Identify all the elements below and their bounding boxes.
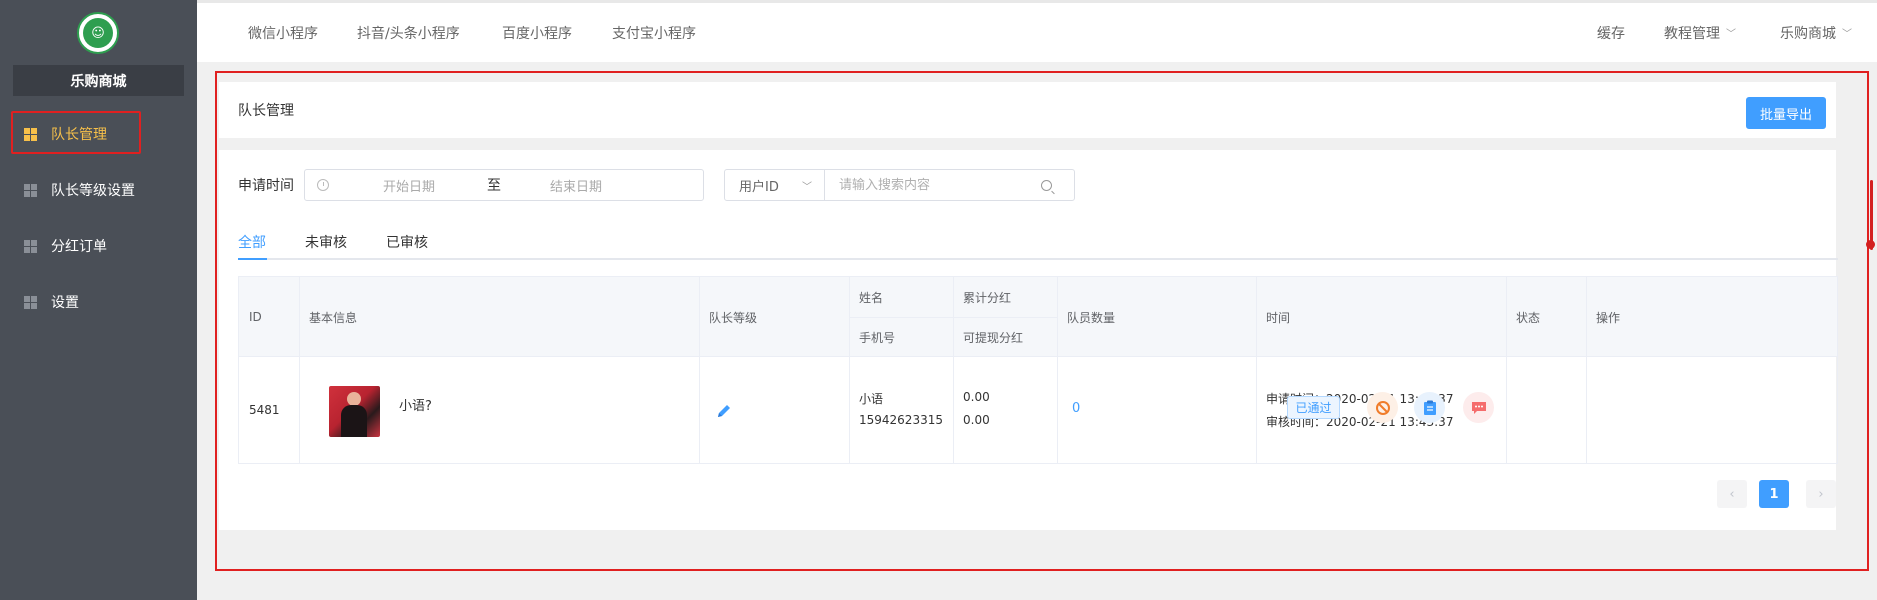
pagination-next-button[interactable]: › bbox=[1806, 480, 1836, 508]
search-field-select[interactable]: 用户ID ﹀ bbox=[725, 170, 825, 200]
search-group: 用户ID ﹀ bbox=[724, 169, 1075, 201]
header-phone: 手机号 bbox=[859, 330, 896, 345]
member-count-link[interactable]: 0 bbox=[1072, 401, 1080, 416]
grid-icon bbox=[24, 127, 37, 141]
sidebar-item-bonus-orders[interactable]: 分红订单 bbox=[0, 223, 197, 269]
message-button[interactable] bbox=[1463, 392, 1494, 423]
column-divider bbox=[699, 277, 700, 463]
grid-icon bbox=[24, 239, 37, 253]
tab-unreviewed[interactable]: 未审核 bbox=[305, 224, 347, 260]
sidebar-item-label: 设置 bbox=[51, 295, 79, 311]
cell-total-bonus: 0.00 bbox=[963, 390, 990, 404]
sidebar-item-captain-management[interactable]: 队长管理 bbox=[0, 111, 197, 157]
clock-icon bbox=[317, 179, 329, 191]
header-id: ID bbox=[249, 310, 262, 324]
column-divider bbox=[953, 277, 954, 463]
search-input[interactable] bbox=[825, 170, 1041, 200]
captain-table: ID 基本信息 队长等级 姓名 手机号 累计分红 可提现分红 队员数量 时间 状… bbox=[238, 276, 1838, 464]
tab-reviewed[interactable]: 已审核 bbox=[386, 224, 428, 260]
chevron-down-icon: ﹀ bbox=[802, 181, 812, 193]
end-date-input[interactable]: 结束日期 bbox=[550, 176, 602, 195]
search-field-value: 用户ID bbox=[739, 179, 779, 195]
pagination-prev-button[interactable]: ‹ bbox=[1717, 480, 1747, 508]
scrollbar-thumb[interactable] bbox=[1866, 240, 1875, 249]
sidebar-item-settings[interactable]: 设置 bbox=[0, 279, 197, 325]
logo-emblem: ☺ bbox=[83, 18, 113, 48]
cache-link[interactable]: 缓存 bbox=[1597, 3, 1625, 62]
sidebar-item-label: 队长管理 bbox=[51, 127, 107, 143]
disable-button[interactable] bbox=[1367, 392, 1398, 423]
header-name: 姓名 bbox=[859, 290, 884, 305]
cell-nickname: 小语? bbox=[399, 399, 432, 414]
page-title: 队长管理 bbox=[238, 103, 294, 119]
chevron-down-icon: ﹀ bbox=[1842, 29, 1852, 40]
column-divider bbox=[299, 277, 300, 463]
tab-douyin-miniprogram[interactable]: 抖音/头条小程序 bbox=[357, 3, 460, 62]
shop-name: 乐购商城 bbox=[13, 65, 184, 96]
header-member-count: 队员数量 bbox=[1067, 310, 1116, 325]
shop-menu[interactable]: 乐购商城 ﹀ bbox=[1780, 3, 1852, 62]
cell-withdrawable-bonus: 0.00 bbox=[963, 413, 990, 427]
sidebar-item-captain-level-settings[interactable]: 队长等级设置 bbox=[0, 167, 197, 213]
start-date-input[interactable]: 开始日期 bbox=[383, 176, 435, 195]
header-basic-info: 基本信息 bbox=[309, 310, 358, 325]
apply-time-label: 申请时间 bbox=[238, 178, 294, 194]
column-divider bbox=[1256, 277, 1257, 463]
column-divider bbox=[1586, 277, 1587, 463]
header-captain-level: 队长等级 bbox=[709, 310, 758, 325]
ban-icon bbox=[1375, 400, 1390, 415]
top-nav-bar: 微信小程序 抖音/头条小程序 百度小程序 支付宝小程序 缓存 教程管理 ﹀ 乐购… bbox=[197, 3, 1877, 62]
grid-icon bbox=[24, 183, 37, 197]
status-tabs: 全部 未审核 已审核 bbox=[238, 224, 1838, 260]
detail-button[interactable] bbox=[1414, 392, 1445, 423]
header-total-bonus: 累计分红 bbox=[963, 290, 1012, 305]
shop-logo: ☺ bbox=[77, 12, 119, 54]
cell-id: 5481 bbox=[249, 403, 280, 417]
avatar bbox=[329, 386, 380, 437]
sidebar-item-label: 队长等级设置 bbox=[51, 183, 135, 199]
tab-alipay-miniprogram[interactable]: 支付宝小程序 bbox=[612, 3, 696, 62]
pencil-icon[interactable] bbox=[716, 403, 732, 419]
cell-name: 小语 bbox=[859, 392, 884, 406]
active-tab-indicator bbox=[238, 258, 267, 260]
sidebar-item-label: 分红订单 bbox=[51, 239, 107, 255]
date-range-separator: 至 bbox=[487, 178, 501, 194]
column-divider bbox=[849, 277, 850, 463]
column-divider bbox=[1057, 277, 1058, 463]
card-body: 申请时间 开始日期 至 结束日期 用户ID ﹀ 全部 未审核 已审核 ID 基本 bbox=[219, 150, 1838, 530]
sidebar: ☺ 乐购商城 队长管理 队长等级设置 分红订单 设置 bbox=[0, 0, 197, 600]
tab-baidu-miniprogram[interactable]: 百度小程序 bbox=[502, 3, 572, 62]
tab-wechat-miniprogram[interactable]: 微信小程序 bbox=[248, 3, 318, 62]
header-time: 时间 bbox=[1266, 310, 1291, 325]
header-status: 状态 bbox=[1516, 310, 1541, 325]
document-icon bbox=[1423, 400, 1436, 415]
chevron-down-icon: ﹀ bbox=[1726, 29, 1736, 40]
grid-icon bbox=[24, 295, 37, 309]
cell-phone: 15942623315 bbox=[859, 413, 943, 427]
status-badge: 已通过 bbox=[1287, 396, 1340, 419]
header-withdrawable-bonus: 可提现分红 bbox=[963, 330, 1024, 345]
pagination-current-page[interactable]: 1 bbox=[1759, 480, 1789, 508]
tab-all[interactable]: 全部 bbox=[238, 224, 266, 260]
tutorial-menu-label: 教程管理 bbox=[1664, 25, 1720, 42]
batch-export-button[interactable]: 批量导出 bbox=[1746, 97, 1826, 129]
date-range-picker[interactable]: 开始日期 至 结束日期 bbox=[304, 169, 704, 201]
card-header: 队长管理 批量导出 bbox=[219, 82, 1836, 138]
shop-menu-label: 乐购商城 bbox=[1780, 25, 1836, 42]
search-icon[interactable] bbox=[1041, 179, 1052, 191]
tutorial-menu[interactable]: 教程管理 ﹀ bbox=[1664, 3, 1736, 62]
header-operations: 操作 bbox=[1596, 310, 1621, 325]
message-icon bbox=[1471, 401, 1486, 414]
column-divider bbox=[1506, 277, 1507, 463]
